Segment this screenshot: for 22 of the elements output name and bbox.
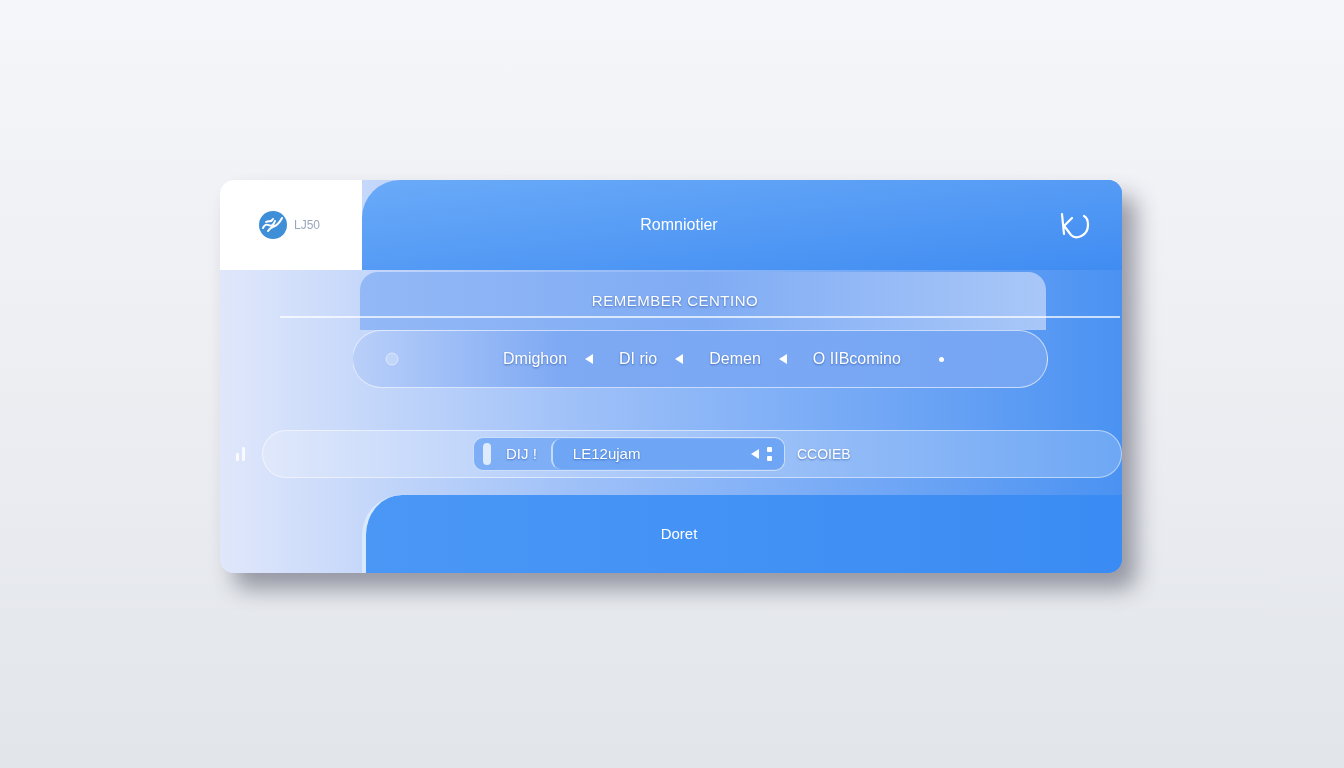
primary-button[interactable]: Doret bbox=[362, 495, 1122, 573]
logo-icon bbox=[258, 210, 288, 240]
dot-icon bbox=[938, 356, 944, 362]
window-title: Romniotier bbox=[640, 215, 718, 235]
field-suffix: CCOIEB bbox=[797, 444, 851, 464]
swirl-icon bbox=[1058, 210, 1092, 240]
filter-value: O IIBcomino bbox=[812, 349, 901, 369]
value-dropdown[interactable]: LE12ujam bbox=[550, 439, 784, 469]
caret-icon bbox=[585, 354, 594, 364]
dropdown[interactable]: Dmighon bbox=[503, 347, 594, 371]
handle-icon bbox=[482, 443, 492, 465]
dropdown[interactable]: DI rio bbox=[619, 347, 684, 371]
section-title: REMEMBER CENTINO bbox=[591, 290, 759, 311]
logo-text: LJ50 bbox=[294, 217, 321, 234]
bars-icon bbox=[236, 447, 246, 461]
dropdown[interactable]: Demen bbox=[709, 347, 787, 371]
stepper-icon bbox=[767, 447, 772, 461]
field-label: DIJ ! bbox=[506, 443, 537, 464]
ring-icon bbox=[385, 352, 399, 366]
caret-icon bbox=[675, 354, 684, 364]
caret-icon bbox=[778, 354, 787, 364]
caret-icon bbox=[751, 449, 759, 459]
